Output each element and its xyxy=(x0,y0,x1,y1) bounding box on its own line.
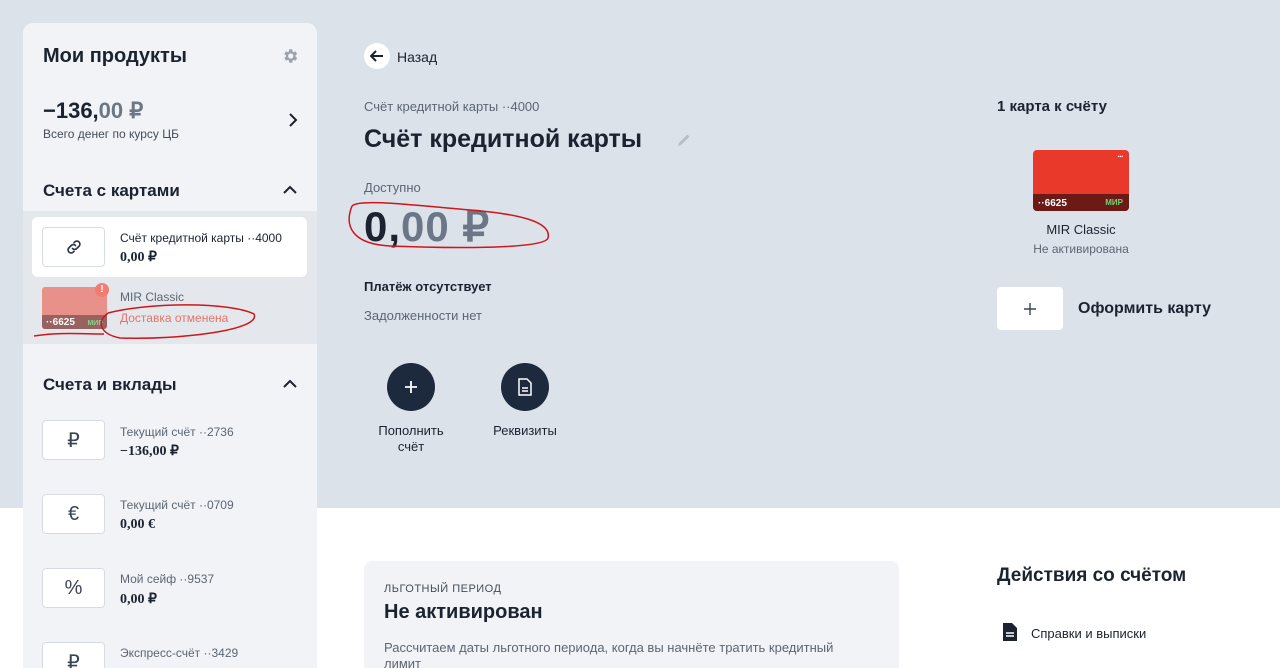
back-button[interactable] xyxy=(364,43,390,69)
alert-icon: ! xyxy=(95,283,109,297)
chevron-up-icon[interactable] xyxy=(282,184,298,196)
account-title[interactable]: Текущий счёт ··2736 xyxy=(120,425,234,439)
available-amount: 0,00 ₽ xyxy=(364,203,491,250)
chevron-up-icon[interactable] xyxy=(282,378,298,390)
mir-logo: МИР xyxy=(87,320,103,327)
ruble-icon: ₽ xyxy=(42,420,105,460)
debt-status: Задолженности нет xyxy=(364,308,482,323)
delivery-status: Доставка отменена xyxy=(120,311,229,325)
section-accounts-deposits[interactable]: Счета и вклады xyxy=(43,375,177,395)
account-title-heading: Счёт кредитной карты xyxy=(364,125,643,153)
account-amount: 0,00 ₽ xyxy=(120,592,157,607)
credit-account-amount: 0,00 ₽ xyxy=(120,250,157,265)
topup-label[interactable]: Пополнить счёт xyxy=(371,423,451,455)
total-balance-caption: Всего денег по курсу ЦБ xyxy=(43,127,180,141)
percent-icon: % xyxy=(42,568,105,608)
cards-count: 1 карта к счёту xyxy=(997,98,1107,115)
order-card-button[interactable] xyxy=(997,287,1063,330)
gear-icon[interactable] xyxy=(281,47,299,65)
plus-icon xyxy=(1024,302,1036,315)
account-title[interactable]: Экспресс-счёт ··3429 xyxy=(120,646,238,660)
bank-logo-icon: ▪▪▪ xyxy=(1117,154,1123,160)
ruble-icon: ₽ xyxy=(42,642,105,668)
plus-icon xyxy=(405,381,417,393)
back-link[interactable]: Назад xyxy=(397,49,437,65)
products-sidebar: Мои продукты −136,00 ₽ Всего денег по ку… xyxy=(23,23,317,668)
credit-account-title: Счёт кредитной карты ··4000 xyxy=(120,231,282,245)
grace-period-overline: ЛЬГОТНЫЙ ПЕРИОД xyxy=(384,583,502,595)
link-icon xyxy=(42,227,105,267)
mir-card-image[interactable]: ▪▪▪ ··6625 МИР xyxy=(1033,150,1129,211)
mir-card-number: ··6625 xyxy=(46,317,75,328)
euro-icon: € xyxy=(42,494,105,534)
card-status: Не активирована xyxy=(1033,242,1129,256)
account-actions-title: Действия со счётом xyxy=(997,565,1187,586)
grace-period-text: Рассчитаем даты льготного периода, когда… xyxy=(384,640,834,668)
chevron-right-icon[interactable] xyxy=(285,111,301,129)
grace-period-status: Не активирован xyxy=(384,601,543,623)
topup-button[interactable] xyxy=(387,363,435,411)
arrow-left-icon xyxy=(370,50,383,62)
account-amount: 0,00 € xyxy=(120,517,155,532)
requisites-button[interactable] xyxy=(501,363,549,411)
grace-period-panel: ЛЬГОТНЫЙ ПЕРИОД Не активирован Рассчитае… xyxy=(364,561,899,668)
account-title[interactable]: Текущий счёт ··0709 xyxy=(120,498,234,512)
account-title[interactable]: Мой сейф ··9537 xyxy=(120,572,214,586)
order-card-label[interactable]: Оформить карту xyxy=(1078,300,1211,318)
document-icon xyxy=(1003,623,1017,641)
card-name[interactable]: MIR Classic xyxy=(1033,222,1129,237)
total-balance[interactable]: −136,00 ₽ xyxy=(43,98,143,124)
account-subtitle: Счёт кредитной карты ··4000 xyxy=(364,99,540,114)
mir-card-title[interactable]: MIR Classic xyxy=(120,290,184,304)
certificates-link[interactable]: Справки и выписки xyxy=(1031,626,1146,641)
account-amount: −136,00 ₽ xyxy=(120,444,179,459)
pencil-icon[interactable] xyxy=(676,131,693,148)
section-cards-accounts[interactable]: Счета с картами xyxy=(43,181,180,201)
mir-logo: МИР xyxy=(1105,198,1123,207)
available-label: Доступно xyxy=(364,180,421,195)
card-number: ··6625 xyxy=(1038,198,1067,209)
document-icon xyxy=(518,378,532,396)
payment-status: Платёж отсутствует xyxy=(364,279,492,294)
requisites-label[interactable]: Реквизиты xyxy=(485,423,565,439)
sidebar-title: Мои продукты xyxy=(43,45,187,67)
